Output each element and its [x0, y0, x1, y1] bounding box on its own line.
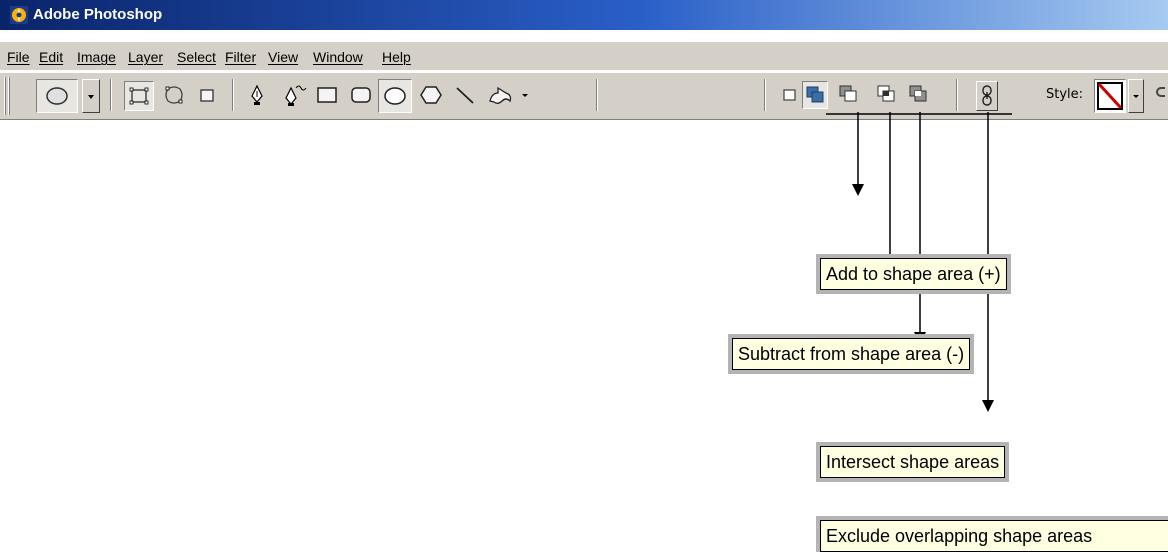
arrow-head	[982, 400, 994, 412]
arrow-head	[852, 184, 864, 196]
tooltip-exclude-overlapping-shape-areas: Exclude overlapping shape areas	[820, 520, 1168, 552]
tooltip-add-to-shape-area: Add to shape area (+)	[820, 258, 1007, 290]
tooltip-intersect-shape-areas: Intersect shape areas	[820, 446, 1006, 478]
tooltip-subtract-from-shape-area: Subtract from shape area (-)	[732, 338, 971, 370]
